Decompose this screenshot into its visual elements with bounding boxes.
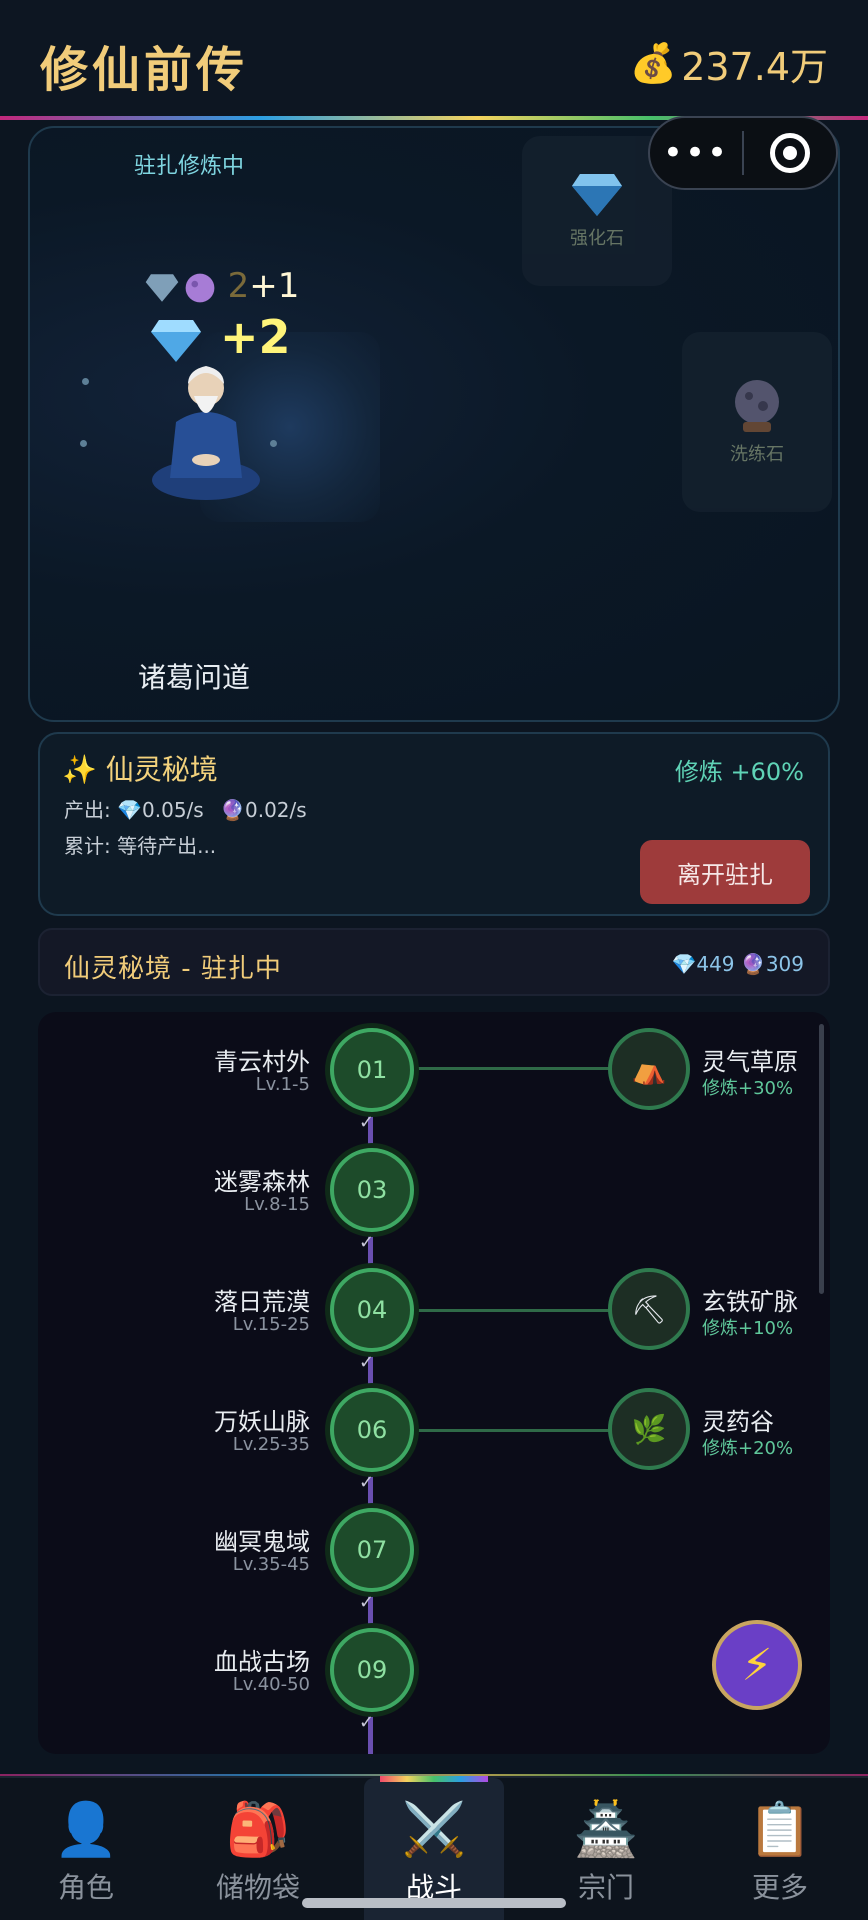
target-icon bbox=[769, 133, 810, 173]
production-rate: 产出: 💎0.05/s 🔮0.02/s bbox=[64, 794, 307, 823]
money-bag-icon: 💰 bbox=[629, 41, 678, 85]
check-icon: ✓ bbox=[359, 1592, 375, 1613]
reward-partial-digit: 2 bbox=[227, 266, 250, 306]
reward-float-small: 2+1 bbox=[142, 266, 299, 306]
spark bbox=[80, 440, 87, 447]
refine-stone-card[interactable]: 洗练石 bbox=[682, 332, 832, 512]
nav-label: 储物袋 bbox=[215, 1871, 300, 1904]
production-label: 产出: bbox=[64, 798, 111, 822]
gold-balance: 💰 237.4万 bbox=[630, 36, 828, 91]
subarea-name: 玄铁矿脉 bbox=[702, 1288, 798, 1316]
app-title: 修仙前传 bbox=[40, 42, 249, 98]
diamond-rate: 0.05/s bbox=[142, 798, 204, 822]
subarea-bonus: 修炼+10% bbox=[702, 1318, 794, 1339]
lightning-icon: ⚡ bbox=[741, 1639, 773, 1691]
card-label: 强化石 bbox=[570, 228, 624, 249]
spark bbox=[82, 378, 89, 385]
nav-item-character[interactable]: 👤 角色 bbox=[16, 1778, 156, 1920]
realm-title-text: 仙灵秘境 bbox=[105, 753, 218, 786]
zone-level: Lv.35-45 bbox=[232, 1554, 310, 1575]
close-miniprogram-button[interactable] bbox=[744, 133, 836, 173]
card-label: 洗练石 bbox=[730, 444, 784, 465]
gold-value: 237.4万 bbox=[681, 45, 828, 89]
zone-level: Lv.15-25 bbox=[232, 1314, 310, 1335]
app-header: 修仙前传 💰 237.4万 bbox=[0, 0, 868, 118]
diamond-icon: 💎 bbox=[117, 798, 143, 822]
nav-active-indicator bbox=[380, 1776, 488, 1782]
zone-name: 幽冥鬼域 bbox=[214, 1528, 310, 1556]
subarea-bonus: 修炼+30% bbox=[702, 1078, 794, 1099]
realm-title: ✨ 仙灵秘境 bbox=[62, 748, 218, 788]
more-menu-button[interactable]: ••• bbox=[650, 118, 742, 188]
check-icon: ✓ bbox=[359, 1712, 375, 1733]
diamond-icon: 💎 bbox=[671, 952, 697, 976]
meditating-sage[interactable] bbox=[146, 352, 266, 502]
zone-level: Lv.1-5 bbox=[255, 1074, 310, 1095]
zone-name: 万妖山脉 bbox=[214, 1408, 310, 1436]
zone-node[interactable]: 03 bbox=[330, 1148, 414, 1232]
station-resources: 💎449 🔮309 bbox=[671, 952, 804, 976]
backpack-icon: 🎒 bbox=[225, 1800, 291, 1860]
camp-icon[interactable]: ⛺ bbox=[608, 1028, 690, 1110]
zone-level: Lv.40-50 bbox=[232, 1674, 310, 1695]
zone-node[interactable]: 09 bbox=[330, 1628, 414, 1712]
zone-map[interactable]: 青云村外 Lv.1-5 01 ✓ 迷雾森林 Lv.8-15 03 ✓ 落日荒漠 … bbox=[38, 1012, 830, 1754]
zone-node[interactable]: 07 bbox=[330, 1508, 414, 1592]
orb-icon bbox=[185, 273, 215, 302]
zone-node[interactable]: 04 bbox=[330, 1268, 414, 1352]
station-title: 仙灵秘境 - 驻扎中 bbox=[64, 954, 282, 984]
zone-name: 青云村外 bbox=[214, 1048, 310, 1076]
station-bar: 仙灵秘境 - 驻扎中 💎449 🔮309 bbox=[38, 928, 830, 996]
realm-bonus: 修炼 +60% bbox=[674, 758, 804, 786]
zone-node[interactable]: 06 bbox=[330, 1388, 414, 1472]
crossed-swords-icon: ⚔️ bbox=[401, 1800, 467, 1860]
sparkle-icon: ✨ bbox=[62, 753, 97, 786]
zone-name: 落日荒漠 bbox=[214, 1288, 310, 1316]
cultivation-scene: 驻扎修炼中 强化石 洗练石 2+1 +2 诸葛问道 bbox=[28, 126, 840, 722]
nav-label: 更多 bbox=[751, 1871, 808, 1904]
diamond-icon bbox=[145, 273, 179, 302]
zone-name: 血战古场 bbox=[214, 1648, 310, 1676]
pagoda-icon: 🏯 bbox=[573, 1800, 639, 1860]
herb-icon[interactable]: 🌿 bbox=[608, 1388, 690, 1470]
clipboard-icon: 📋 bbox=[747, 1800, 813, 1860]
zone-node[interactable]: 01 bbox=[330, 1028, 414, 1112]
home-indicator[interactable] bbox=[302, 1898, 566, 1908]
zone-level: Lv.8-15 bbox=[244, 1194, 310, 1215]
subarea-name: 灵气草原 bbox=[702, 1048, 798, 1076]
miniprogram-capsule: ••• bbox=[648, 116, 838, 190]
check-icon: ✓ bbox=[359, 1232, 375, 1253]
pickaxe-icon[interactable]: ⛏ bbox=[608, 1268, 690, 1350]
leave-station-button[interactable]: 离开驻扎 bbox=[640, 840, 810, 904]
realm-info-card: ✨ 仙灵秘境 修炼 +60% 产出: 💎0.05/s 🔮0.02/s 累计: 等… bbox=[38, 732, 830, 916]
diamond-count: 449 bbox=[696, 952, 735, 976]
zone-name: 迷雾森林 bbox=[214, 1168, 310, 1196]
orb-icon: 🔮 bbox=[220, 798, 245, 822]
orb-icon: 🔮 bbox=[740, 952, 766, 976]
orb-rate: 0.02/s bbox=[244, 798, 307, 822]
orb-icon bbox=[735, 380, 779, 432]
nav-item-more[interactable]: 📋 更多 bbox=[710, 1778, 850, 1920]
character-name: 诸葛问道 bbox=[138, 661, 251, 694]
nav-label: 角色 bbox=[57, 1871, 114, 1904]
subarea-bonus: 修炼+20% bbox=[702, 1438, 794, 1459]
subarea-name: 灵药谷 bbox=[702, 1408, 774, 1436]
diamond-icon bbox=[572, 174, 622, 216]
orb-count: 309 bbox=[765, 952, 804, 976]
check-icon: ✓ bbox=[359, 1112, 375, 1133]
reward-amount-small: +1 bbox=[249, 266, 300, 306]
zone-level: Lv.25-35 bbox=[232, 1434, 310, 1455]
person-icon: 👤 bbox=[53, 1800, 119, 1860]
check-icon: ✓ bbox=[359, 1352, 375, 1373]
lightning-button[interactable]: ⚡ bbox=[712, 1620, 802, 1710]
spark bbox=[270, 440, 277, 447]
check-icon: ✓ bbox=[359, 1472, 375, 1493]
scene-status: 驻扎修炼中 bbox=[134, 154, 245, 179]
accumulated-status: 累计: 等待产出... bbox=[64, 834, 217, 858]
map-scrollbar[interactable] bbox=[819, 1024, 824, 1294]
nav-label: 宗门 bbox=[577, 1871, 634, 1904]
